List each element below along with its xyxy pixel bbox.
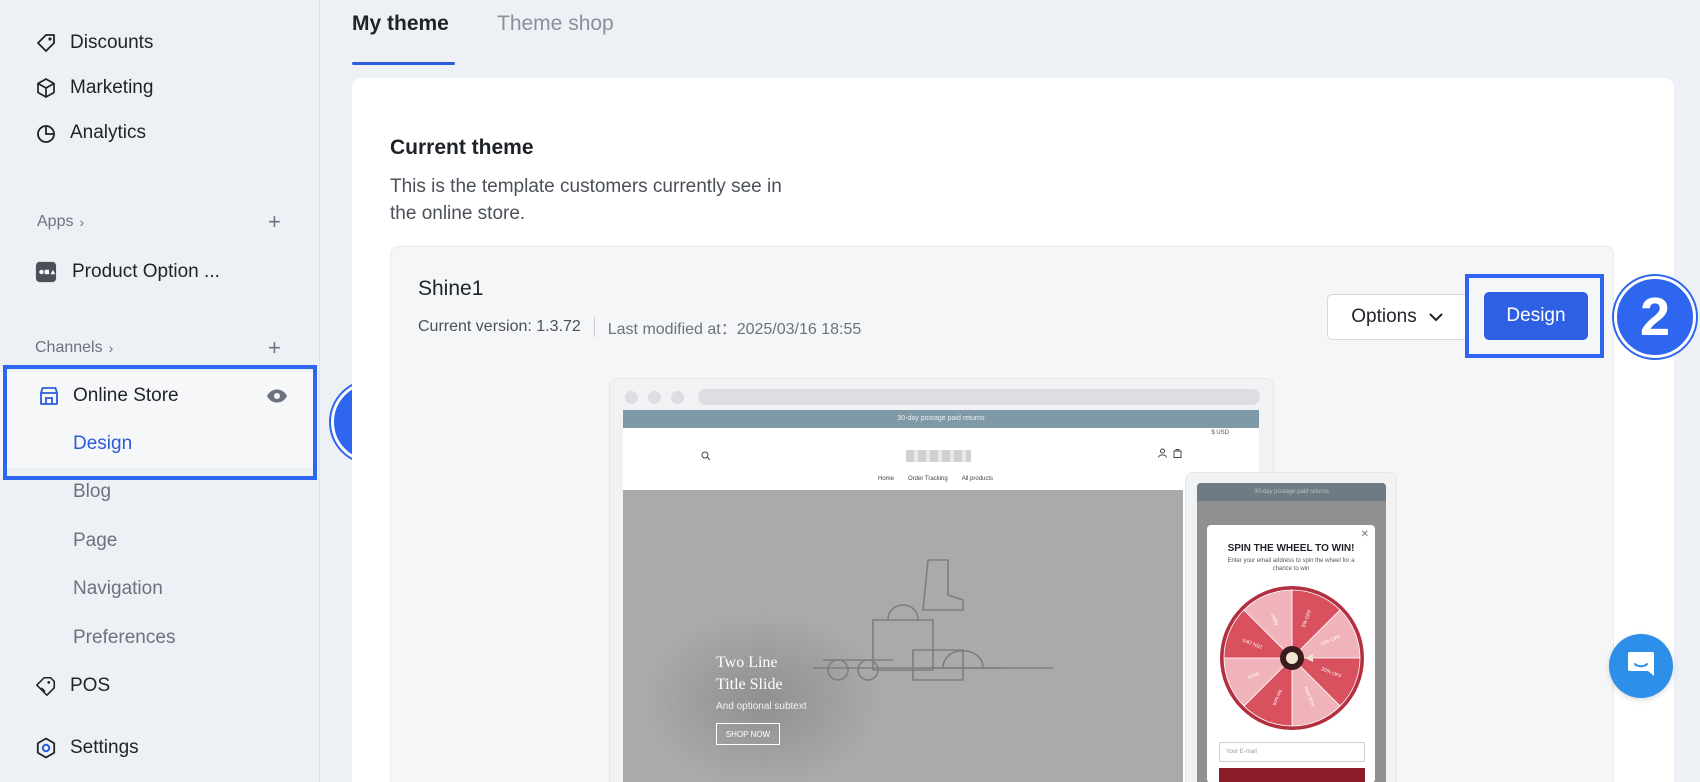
sidebar-item-product-option[interactable]: Product Option ... [0,250,320,294]
add-app-icon[interactable]: + [268,211,281,233]
pos-tag-icon [35,675,57,697]
sidebar-item-label: Settings [70,737,139,758]
sidebar-item-label: Marketing [70,77,154,98]
preview-announcement-bar: 30-day postage paid returns [623,410,1259,428]
apps-header-label: Apps [37,213,74,230]
sidebar-subitem-label: Navigation [73,578,163,599]
preview-nav-link: Order Tracking [908,476,948,482]
current-theme-description: This is the template customers currently… [390,176,782,224]
tab-my-theme[interactable]: My theme [352,12,449,36]
popup-email-input: Your E-mail [1219,742,1365,762]
sidebar-item-analytics[interactable]: Analytics [0,111,320,155]
mobile-preview-screen[interactable]: 30-day postage paid returns ✕ SPIN THE W… [1197,483,1386,782]
channels-header-link[interactable]: Channels › [35,339,113,357]
preview-account-cart-icons [1158,448,1182,458]
hero-title-line: Two Line [716,654,778,671]
sidebar-item-marketing[interactable]: Marketing [0,66,320,110]
add-channel-icon[interactable]: + [268,337,281,359]
sidebar-item-label: POS [70,675,111,696]
sidebar-subitem-label: Page [73,530,118,551]
cube-icon [35,77,57,99]
close-icon: ✕ [1360,529,1369,540]
chevron-down-icon [1429,306,1443,328]
sidebar-subitem-blog[interactable]: Blog [0,468,316,516]
preview-nav: Home Order Tracking All products [878,476,993,482]
app-icon [35,261,57,283]
sidebar-item-online-store[interactable]: Online Store [0,372,316,420]
sidebar-item-settings[interactable]: Settings [0,726,320,770]
tab-theme-shop[interactable]: Theme shop [497,12,614,36]
pie-chart-icon [35,122,57,144]
url-bar [698,389,1260,405]
theme-last-modified: Last modified at：2025/03/16 18:55 [607,321,862,338]
apps-section-header: Apps › + [0,207,320,237]
popup-title: SPIN THE WHEEL TO WIN! [1227,543,1355,554]
chat-icon [1626,650,1656,683]
channels-section-header: Channels › + [0,333,320,363]
sidebar-subitem-navigation[interactable]: Navigation [0,565,316,613]
sidebar-item-label: Product Option ... [72,261,220,282]
sidebar-subitem-design[interactable]: Design [0,420,316,468]
window-dot [648,391,661,404]
sidebar-subitem-label: Preferences [73,627,176,648]
theme-meta: Current version: 1.3.72 Last modified at… [418,315,861,339]
sidebar-subitem-page[interactable]: Page [0,517,316,565]
hero-illustration [813,559,1053,681]
step2-badge: 2 [1614,276,1696,358]
channels-header-label: Channels [35,339,103,356]
chevron-right-icon: › [79,214,85,230]
popup-subtitle: Enter your email address to spin the whe… [1227,558,1355,572]
preview-nav-link: Home [878,476,895,482]
sidebar-item-label: Analytics [70,122,147,143]
apps-header-link[interactable]: Apps › [37,213,84,231]
sidebar-item-label: Online Store [73,385,179,406]
meta-divider [593,317,595,337]
prize-wheel: 5% OFF10% OFF20% OFFNext timeNo luckSorr… [1220,586,1364,730]
sidebar-subitem-label: Design [73,433,133,454]
preview-currency: $ USD [1211,430,1229,436]
theme-version: Current version: 1.3.72 [418,318,581,335]
hero-title-line: Title Slide [716,676,783,693]
preview-nav-link: All products [961,476,994,482]
sidebar-subitem-preferences[interactable]: Preferences [0,614,316,662]
options-dropdown-button[interactable]: Options [1327,294,1467,340]
tag-icon [35,32,57,54]
window-dot [625,391,638,404]
window-dot [671,391,684,404]
sidebar-item-pos[interactable]: POS [0,664,320,708]
preview-search-icon [701,448,711,466]
preview-store-logo [906,450,971,462]
theme-name: Shine1 [418,277,484,300]
store-icon [38,385,60,407]
eye-icon[interactable] [265,384,289,408]
chevron-right-icon: › [108,340,114,356]
active-tab-indicator [352,62,455,65]
mobile-announcement-bar: 30-day postage paid returns [1197,483,1386,501]
sidebar-item-label: Discounts [70,32,154,53]
sidebar-item-discounts[interactable]: Discounts [0,21,320,65]
preview-hero-subtext: And optional subtext [716,701,807,712]
spin-wheel-popup: ✕ SPIN THE WHEEL TO WIN! Enter your emai… [1207,525,1375,782]
preview-shop-now-button: SHOP NOW [716,723,780,745]
preview-hero: Two Line Title Slide And optional subtex… [623,490,1183,782]
design-button[interactable]: Design [1484,292,1588,340]
options-label: Options [1351,306,1417,327]
popup-spin-button [1219,768,1365,782]
current-theme-title: Current theme [390,136,534,159]
preview-hero-title: Two Line Title Slide [716,652,783,696]
sidebar-subitem-label: Blog [73,481,112,502]
sidebar: Discounts Marketing Analytics Apps › + P… [0,0,320,782]
settings-icon [35,737,57,759]
desktop-preview-page[interactable]: 30-day postage paid returns $ USD Home O… [623,410,1259,782]
support-chat-button[interactable] [1609,634,1673,698]
